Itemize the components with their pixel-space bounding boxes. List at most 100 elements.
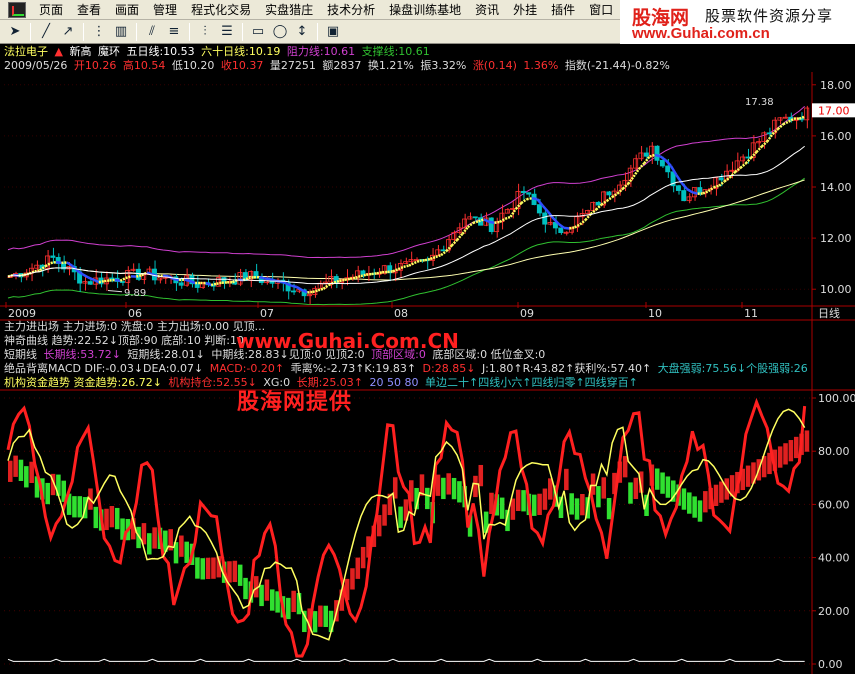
price-tick-label: 18.00 [820,79,852,92]
indicator-bar [692,496,697,518]
indicator-bar [515,489,521,512]
indicator-bar [703,491,708,513]
line-icon[interactable]: ╱ [35,22,57,42]
current-price-label: 17.00 [818,104,850,117]
menu-item-10[interactable]: 插件 [544,0,582,20]
indicator-line-magic-curve: 神奇曲线 趋势:22.52↓顶部:90 底部:10 判断:10 [4,334,245,347]
parallel-icon[interactable]: ▥ [110,22,132,42]
turnover-value: 换1.21% [367,59,414,72]
site-banner: 股海网 股票软件资源分享 www.Guhai.com.cn [620,0,855,44]
indicator-bar [660,472,665,494]
ma5-segment [184,278,191,283]
indicator-bar [382,504,387,526]
candle-body [526,192,532,195]
fibonacci-icon[interactable]: ⫶ [194,22,216,42]
candle-body [654,145,660,161]
pointer-icon[interactable]: ➤ [4,22,26,42]
indicator-bar [580,494,585,516]
rect-icon[interactable]: ▭ [247,22,269,42]
indicator-bar [13,455,18,477]
four-line-signals: 单边二十↑四线小六↑四线归零↑四线穿百↑ [425,376,638,389]
menu-item-5[interactable]: 实盘猎庄 [258,0,320,20]
indicator-bar [622,456,628,478]
open-value: 开10.26 [73,59,117,72]
indicator-bar [259,584,264,607]
menu-item-8[interactable]: 资讯 [468,0,506,20]
peak-price-label: 17.38 [745,97,774,108]
indicator-tick-label: 20.00 [818,605,850,618]
banner-url: www.Guhai.com.cn [632,25,770,42]
menu-item-4[interactable]: 程式化交易 [184,0,258,20]
channel-icon[interactable]: ⋮ [88,22,110,42]
indicator-bar [542,488,548,510]
candle-body [290,290,296,293]
menu-item-9[interactable]: 外挂 [506,0,544,20]
menu-item-1[interactable]: 查看 [70,0,108,20]
menu-item-2[interactable]: 画面 [108,0,146,20]
tag-new-high: 新高 [69,45,92,58]
indicator-line-main-force: 主力进出场 主力进场:0 洗盘:0 主力出场:0.00 见顶... [4,320,266,333]
toolbar-separator [189,22,190,41]
indicator-bar [179,535,184,557]
indicator-bar [152,527,157,549]
candle-body [665,165,671,173]
arrow-icon[interactable]: ↕ [291,22,313,42]
watermark-provider: 股海网提供 [237,390,353,415]
candle-body [766,132,772,135]
indicator-bar [147,533,152,555]
gann-icon[interactable]: ≡ [163,22,185,42]
cycle-icon[interactable]: ☰ [216,22,238,42]
indicator-bar [697,500,703,522]
indicator-bar [360,546,366,569]
period-label[interactable]: 日线 [818,306,840,320]
amplitude-value: 振3.32% [420,59,467,72]
indicator-bar [793,436,799,459]
indicator-tick-label: 40.00 [818,552,850,565]
save-icon[interactable]: ▣ [322,22,344,42]
indicator-bar [184,541,189,563]
high-value: 高10.54 [122,59,166,72]
long-period-value: 长期线:53.72↓ [43,348,121,361]
menu-item-7[interactable]: 操盘训练基地 [382,0,468,20]
price-tick-label: 14.00 [820,181,852,194]
indicator-bar [269,589,275,611]
indicator-bar [499,497,505,519]
indicator-tick-label: 100.00 [818,392,855,405]
candle-body [718,177,724,181]
indicator-bar [211,557,216,579]
menu-item-6[interactable]: 技术分析 [320,0,382,20]
ma5-segment [173,277,180,282]
fan-icon[interactable]: ⫽ [141,22,163,42]
indicator-bar [29,461,34,483]
ma5-segment [488,220,495,225]
menu-item-3[interactable]: 管理 [146,0,184,20]
candle-body [520,190,526,194]
ma5-segment [654,153,661,158]
bias-k-value: 乖离%:-2.73↑K:19.83↑ [290,362,417,375]
indicator-bar [195,557,200,579]
price-header-line1: 法拉电子 ▲ 新高 魔环 五日线:10.53 六十日线:10.19 阻力线:10… [4,46,433,58]
ellipse-icon[interactable]: ◯ [269,22,291,42]
indicator-bar [596,486,601,508]
amount-value: 额2837 [322,59,362,72]
indicator-bar [425,487,430,510]
ray-icon[interactable]: ↗ [57,22,79,42]
candle-body [595,201,601,206]
indicator-bar [398,506,403,528]
indicator-bar [574,498,580,520]
price-header-line2: 2009/05/26 开10.26 高10.54 低10.20 收10.37 量… [4,60,673,72]
menu-item-11[interactable]: 窗口 [582,0,620,20]
indicator-bar [441,477,446,500]
bar-date: 2009/05/26 [4,59,68,72]
index-value: 指数(-21.44)-0.82% [564,59,670,72]
indicator-bar [24,466,29,488]
macd-value: MACD:-0.20↑ [209,362,285,375]
menu-item-0[interactable]: 页面 [32,0,70,20]
ma5-value: 五日线:10.53 [126,45,195,58]
indicator-bar [264,579,270,601]
indicator-bar [681,488,687,510]
time-tick-label: 06 [128,307,142,320]
price-tick-label: 12.00 [820,232,852,245]
indicator-bar [473,475,478,498]
candle-body [681,190,687,202]
